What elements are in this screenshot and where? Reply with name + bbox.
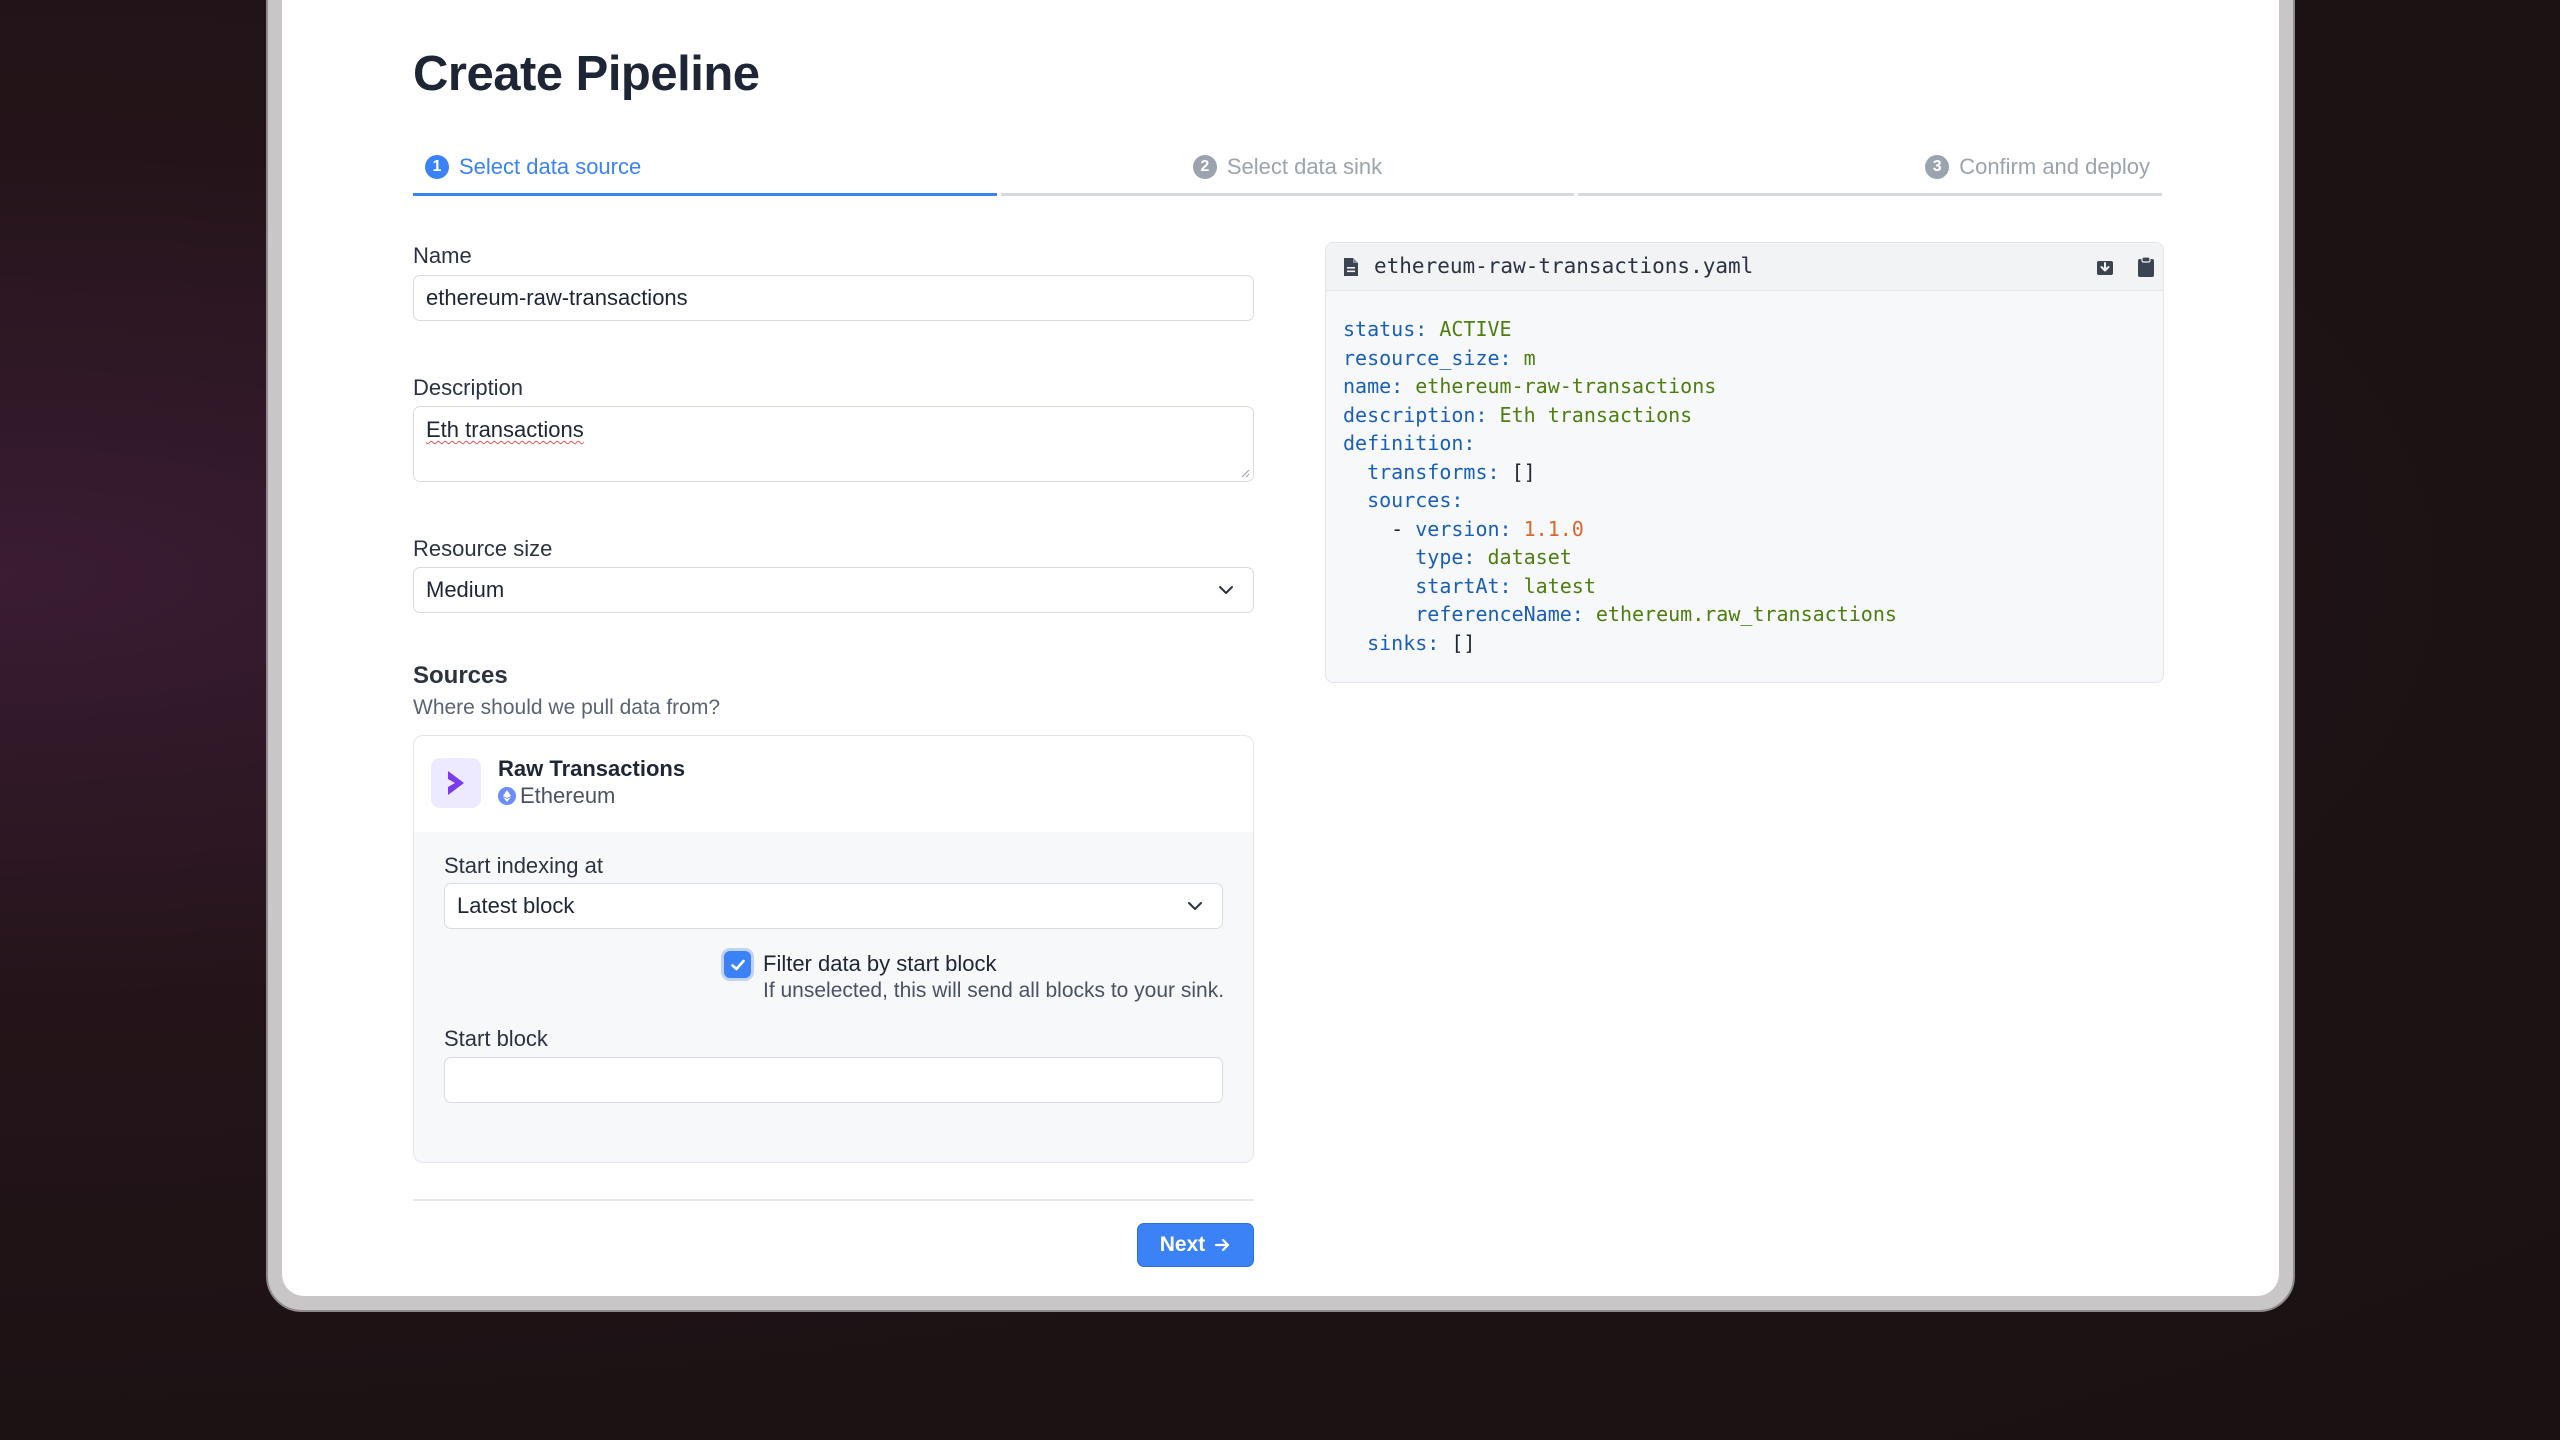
yaml-preview-panel: ethereum-raw-transactions.yaml status: A… (1325, 242, 2164, 683)
yaml-indent (1343, 631, 1367, 655)
yaml-line: resource_size: m (1343, 344, 2146, 373)
yaml-indent (1343, 488, 1367, 512)
yaml-value: latest (1511, 573, 1596, 598)
yaml-key: sinks: (1367, 630, 1440, 655)
start-indexing-value: Latest block (457, 893, 575, 918)
arrow-right-icon (1215, 1238, 1230, 1252)
start-indexing-label: Start indexing at (444, 853, 603, 878)
filter-by-start-block-checkbox[interactable] (724, 951, 751, 978)
yaml-indent (1343, 574, 1415, 598)
start-block-label: Start block (444, 1026, 548, 1051)
source-name: Raw Transactions (498, 756, 686, 781)
checkmark-icon (730, 959, 745, 970)
step-select-data-sink[interactable]: 2 Select data sink (1001, 150, 1574, 196)
yaml-indent (1343, 545, 1415, 569)
copy-button[interactable] (2134, 255, 2158, 279)
chevron-down-icon (1188, 902, 1202, 910)
yaml-indent (1343, 460, 1367, 484)
sources-title: Sources (413, 662, 508, 689)
yaml-value: ethereum-raw-transactions (1403, 374, 1717, 398)
yaml-line: transforms: [] (1343, 458, 2146, 487)
source-chain-label: Ethereum (520, 783, 616, 808)
resource-size-value: Medium (426, 577, 505, 602)
step-number: 3 (1925, 155, 1950, 179)
yaml-line: sources: (1343, 486, 2146, 515)
yaml-key: description: (1343, 402, 1488, 427)
download-button[interactable] (2093, 255, 2117, 279)
next-button-label: Next (1159, 1233, 1206, 1256)
sources-subtitle: Where should we pull data from? (413, 696, 720, 719)
yaml-value: [] (1439, 630, 1476, 655)
yaml-line: - version: 1.1.0 (1343, 515, 2146, 544)
yaml-key: resource_size: (1343, 345, 1512, 370)
name-label: Name (413, 243, 472, 268)
filter-by-start-block-label[interactable]: Filter data by start block (763, 951, 997, 977)
page-title: Create Pipeline (413, 47, 760, 101)
yaml-filename: ethereum-raw-transactions.yaml (1374, 254, 1754, 278)
yaml-key: name: (1343, 374, 1404, 398)
description-textarea-value: Eth transactions (426, 417, 584, 442)
step-label: Confirm and deploy (1959, 154, 2150, 179)
yaml-value: 1.1.0 (1511, 516, 1584, 541)
yaml-value: ethereum.raw_transactions (1583, 602, 1897, 626)
source-card-header: Raw Transactions Ethereum (414, 736, 1253, 832)
yaml-line: definition: (1343, 429, 2146, 458)
yaml-key: type: (1415, 545, 1476, 569)
file-icon (1344, 258, 1358, 276)
yaml-key: startAt: (1415, 573, 1512, 598)
yaml-value: m (1511, 345, 1536, 370)
chevron-down-icon (1219, 586, 1233, 594)
yaml-indent: - (1343, 516, 1416, 541)
next-button[interactable]: Next (1137, 1223, 1254, 1267)
yaml-line: status: ACTIVE (1343, 315, 2146, 344)
yaml-line: referenceName: ethereum.raw_transactions (1343, 600, 2146, 629)
yaml-preview-header: ethereum-raw-transactions.yaml (1326, 243, 2163, 291)
step-number: 2 (1192, 155, 1217, 179)
yaml-key: definition: (1343, 431, 1476, 455)
start-indexing-select[interactable]: Latest block (444, 883, 1223, 929)
resource-size-select[interactable]: Medium (413, 567, 1254, 613)
step-number: 1 (425, 155, 449, 179)
download-icon (2097, 261, 2113, 275)
yaml-line: type: dataset (1343, 543, 2146, 572)
ethereum-icon (498, 787, 516, 805)
stepper: 1 Select data source 2 Select data sink … (413, 150, 2162, 196)
yaml-line: sinks: [] (1343, 629, 2146, 658)
description-textarea[interactable]: Eth transactions (413, 406, 1254, 482)
source-logo-icon (431, 758, 481, 808)
step-select-data-source[interactable]: 1 Select data source (413, 150, 998, 196)
yaml-line: name: ethereum-raw-transactions (1343, 372, 2146, 401)
step-confirm-and-deploy[interactable]: 3 Confirm and deploy (1577, 150, 2162, 196)
yaml-line: description: Eth transactions (1343, 401, 2146, 430)
name-input[interactable]: ethereum-raw-transactions (413, 275, 1254, 321)
yaml-key: status: (1343, 317, 1428, 341)
yaml-value: Eth transactions (1487, 402, 1693, 427)
start-block-input[interactable] (444, 1057, 1223, 1103)
yaml-value: [] (1499, 459, 1536, 484)
step-label: Select data source (459, 154, 642, 179)
filter-by-start-block-help: If unselected, this will send all blocks… (763, 979, 1225, 1002)
yaml-key: version: (1415, 516, 1512, 541)
yaml-key: sources: (1367, 488, 1464, 512)
yaml-value: ACTIVE (1427, 317, 1512, 341)
yaml-value: dataset (1475, 545, 1572, 569)
source-chain: Ethereum (498, 783, 615, 809)
yaml-code: status: ACTIVE resource_size: m name: ethe… (1326, 291, 2163, 681)
description-label: Description (413, 375, 524, 400)
resize-handle-icon[interactable] (1240, 468, 1250, 478)
app-window: Create Pipeline 1 Select data source 2 S… (282, 0, 2279, 1296)
step-label: Select data sink (1226, 154, 1383, 179)
yaml-line: startAt: latest (1343, 572, 2146, 601)
yaml-key: referenceName: (1415, 602, 1584, 626)
clipboard-icon (2138, 256, 2154, 277)
yaml-indent (1343, 602, 1415, 626)
name-input-value: ethereum-raw-transactions (426, 285, 688, 310)
yaml-key: transforms: (1367, 459, 1500, 484)
footer-divider (413, 1199, 1254, 1201)
resource-size-label: Resource size (413, 536, 553, 561)
